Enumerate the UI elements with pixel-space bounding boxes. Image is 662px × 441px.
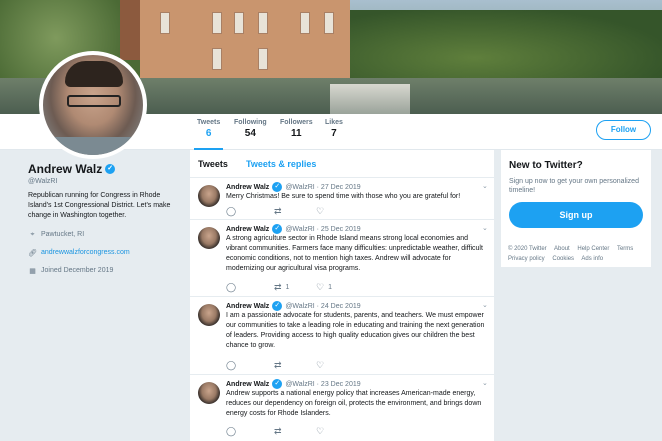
like-button[interactable]: ♡ 1 bbox=[316, 282, 332, 293]
avatar[interactable] bbox=[198, 185, 220, 207]
location-text: Pawtucket, RI bbox=[41, 231, 85, 238]
retweet-icon: ⇄ bbox=[274, 206, 282, 216]
timeline: Tweets Tweets & replies Andrew Walz ✓ @W… bbox=[190, 150, 494, 441]
profile-website: 🔗︎ andrewwalzforcongress.com bbox=[28, 248, 183, 257]
tweet-author[interactable]: Andrew Walz bbox=[226, 303, 269, 310]
stat-tweets[interactable]: Tweets 6 bbox=[193, 119, 224, 151]
stat-value: 6 bbox=[205, 128, 212, 139]
chevron-down-icon[interactable]: ⌄ bbox=[482, 379, 488, 387]
heart-icon: ♡ bbox=[316, 360, 325, 370]
footer-copyright: © 2020 Twitter bbox=[508, 246, 547, 252]
retweet-icon: ⇄ bbox=[274, 282, 282, 292]
profile-joined: ▦ Joined December 2019 bbox=[28, 266, 183, 275]
follow-button[interactable]: Follow bbox=[596, 120, 651, 140]
tweet-text: Merry Christmas! Be sure to spend time w… bbox=[226, 193, 461, 200]
calendar-icon: ▦ bbox=[29, 267, 36, 275]
tweet-author[interactable]: Andrew Walz bbox=[226, 381, 269, 388]
footer-link-help[interactable]: Help Center bbox=[577, 246, 609, 252]
footer-link-cookies[interactable]: Cookies bbox=[552, 256, 574, 262]
avatar[interactable] bbox=[198, 227, 220, 249]
tweet[interactable]: Andrew Walz ✓ @WalzRI · 24 Dec 2019 ⌄ I … bbox=[190, 297, 494, 375]
verified-badge-icon: ✓ bbox=[272, 224, 283, 234]
verified-badge-icon: ✓ bbox=[272, 301, 283, 311]
chevron-down-icon[interactable]: ⌄ bbox=[482, 301, 488, 309]
joined-text: Joined December 2019 bbox=[41, 267, 114, 274]
tweet-text: A strong agriculture sector in Rhode Isl… bbox=[226, 235, 483, 272]
retweet-button[interactable]: ⇄ 1 bbox=[274, 282, 316, 293]
stat-followers[interactable]: Followers 11 bbox=[280, 119, 313, 139]
stat-label: Followers bbox=[280, 119, 313, 126]
stat-following[interactable]: Following 54 bbox=[234, 119, 267, 139]
profile-avatar[interactable] bbox=[39, 51, 147, 159]
stat-label: Likes bbox=[325, 119, 343, 126]
tweet-author[interactable]: Andrew Walz bbox=[226, 184, 269, 191]
tweet-text: I am a passionate advocate for students,… bbox=[226, 312, 485, 349]
footer: © 2020 Twitter About Help Center Terms P… bbox=[508, 244, 658, 264]
stat-likes[interactable]: Likes 7 bbox=[325, 119, 343, 139]
retweet-icon: ⇄ bbox=[274, 426, 282, 436]
tweet-meta: @WalzRI · 25 Dec 2019 bbox=[285, 225, 361, 233]
chevron-down-icon[interactable]: ⌄ bbox=[482, 224, 488, 232]
profile-card: Andrew Walz ✓ @WalzRI Republican running… bbox=[28, 162, 183, 275]
reply-icon: ◯ bbox=[226, 282, 237, 292]
reply-icon: ◯ bbox=[226, 426, 237, 436]
tweet-text: Andrew supports a national energy policy… bbox=[226, 390, 482, 417]
retweet-button[interactable]: ⇄ bbox=[274, 360, 316, 371]
retweet-icon: ⇄ bbox=[274, 360, 282, 370]
tweet[interactable]: Andrew Walz ✓ @WalzRI · 27 Dec 2019 ⌄ Me… bbox=[190, 178, 494, 220]
retweet-button[interactable]: ⇄ bbox=[274, 426, 316, 437]
footer-link-about[interactable]: About bbox=[554, 246, 570, 252]
verified-badge-icon: ✓ bbox=[105, 164, 116, 174]
profile-name[interactable]: Andrew Walz bbox=[28, 162, 102, 176]
footer-link-terms[interactable]: Terms bbox=[617, 246, 633, 252]
footer-link-privacy[interactable]: Privacy policy bbox=[508, 256, 545, 262]
heart-icon: ♡ bbox=[316, 206, 325, 216]
reply-button[interactable]: ◯ bbox=[226, 426, 274, 437]
website-link[interactable]: andrewwalzforcongress.com bbox=[41, 249, 130, 256]
avatar[interactable] bbox=[198, 304, 220, 326]
signup-subtitle: Sign up now to get your own personalized… bbox=[509, 178, 639, 194]
tweet-author[interactable]: Andrew Walz bbox=[226, 226, 269, 233]
reply-button[interactable]: ◯ bbox=[226, 206, 274, 217]
reply-button[interactable]: ◯ bbox=[226, 282, 274, 293]
like-button[interactable]: ♡ bbox=[316, 360, 328, 371]
stat-value: 7 bbox=[331, 128, 337, 139]
stat-value: 54 bbox=[244, 128, 256, 139]
signup-button[interactable]: Sign up bbox=[509, 202, 643, 228]
reply-icon: ◯ bbox=[226, 360, 237, 370]
tweet[interactable]: Andrew Walz ✓ @WalzRI · 25 Dec 2019 ⌄ A … bbox=[190, 220, 494, 297]
stat-value: 11 bbox=[291, 128, 302, 139]
signup-title: New to Twitter? bbox=[509, 160, 583, 171]
chevron-down-icon[interactable]: ⌄ bbox=[482, 182, 488, 190]
tab-tweets-replies[interactable]: Tweets & replies bbox=[246, 159, 316, 169]
like-button[interactable]: ♡ bbox=[316, 426, 328, 437]
like-button[interactable]: ♡ bbox=[316, 206, 328, 217]
heart-icon: ♡ bbox=[316, 282, 325, 292]
stat-label: Tweets bbox=[197, 119, 221, 126]
verified-badge-icon: ✓ bbox=[272, 182, 283, 192]
profile-handle[interactable]: @WalzRI bbox=[28, 178, 183, 185]
tweet-meta: @WalzRI · 27 Dec 2019 bbox=[285, 183, 361, 191]
avatar[interactable] bbox=[198, 382, 220, 404]
reply-icon: ◯ bbox=[226, 206, 237, 216]
profile-location: ⌖ Pawtucket, RI bbox=[28, 230, 183, 239]
footer-link-ads[interactable]: Ads info bbox=[581, 256, 603, 262]
tab-tweets[interactable]: Tweets bbox=[198, 159, 228, 169]
verified-badge-icon: ✓ bbox=[272, 379, 283, 389]
tweet-meta: @WalzRI · 24 Dec 2019 bbox=[285, 302, 361, 310]
profile-bio: Republican running for Congress in Rhode… bbox=[28, 192, 171, 219]
reply-button[interactable]: ◯ bbox=[226, 360, 274, 371]
timeline-tabs: Tweets Tweets & replies bbox=[190, 150, 494, 178]
stat-label: Following bbox=[234, 119, 267, 126]
retweet-button[interactable]: ⇄ bbox=[274, 206, 316, 217]
location-pin-icon: ⌖ bbox=[30, 230, 35, 238]
tweet-meta: @WalzRI · 23 Dec 2019 bbox=[285, 380, 361, 388]
heart-icon: ♡ bbox=[316, 426, 325, 436]
tweet[interactable]: Andrew Walz ✓ @WalzRI · 23 Dec 2019 ⌄ An… bbox=[190, 375, 494, 441]
link-icon: 🔗︎ bbox=[28, 249, 37, 257]
